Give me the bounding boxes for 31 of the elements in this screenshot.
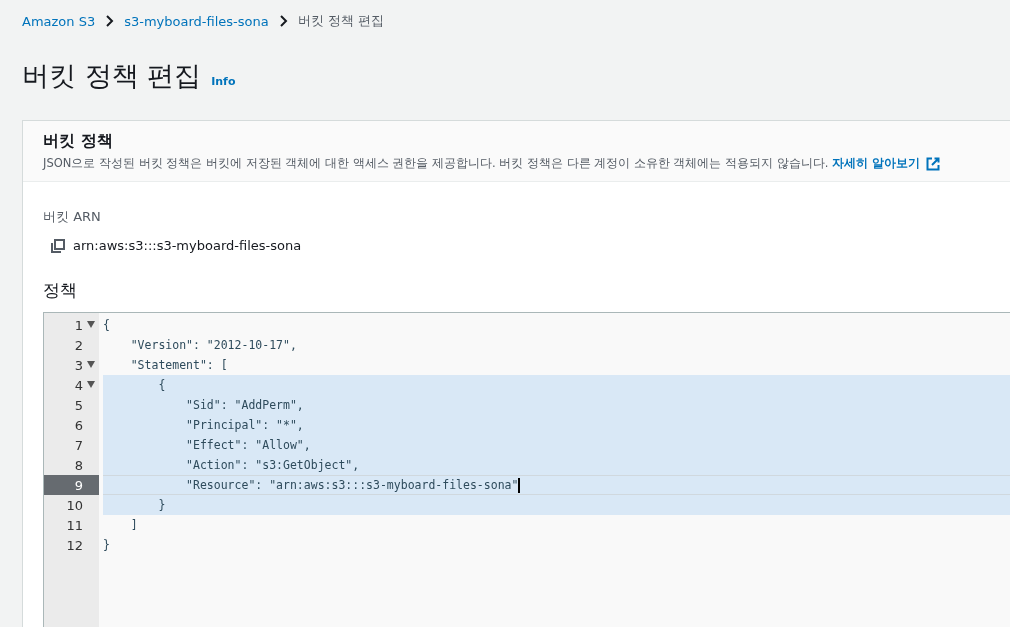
card-description: JSON으로 작성된 버킷 정책은 버킷에 저장된 객체에 대한 액세스 권한을 제공합니다. 버킷 정책은 다른 계정이 소유한 객체에는 적용되지 않습니다.: [43, 156, 829, 171]
line-number: 10: [65, 496, 84, 515]
fold-caret-icon[interactable]: [87, 321, 95, 328]
line-number: 4: [44, 375, 99, 395]
learn-more-link[interactable]: 자세히 알아보기: [832, 156, 941, 171]
card-title: 버킷 정책: [43, 131, 114, 152]
page-title: 버킷 정책 편집: [22, 59, 202, 93]
arn-label: 버킷 ARN: [43, 208, 102, 226]
line-number: 9: [44, 475, 99, 495]
info-link[interactable]: Info: [211, 75, 236, 88]
breadcrumb-link[interactable]: Amazon S3: [22, 13, 96, 29]
line-number: 6: [73, 416, 84, 435]
line-number: 2: [73, 336, 84, 355]
line-number: 8: [73, 456, 84, 475]
chevron-right-icon: [278, 14, 288, 28]
line-number: 12: [65, 536, 84, 555]
line-number: 3: [44, 355, 99, 375]
line-number: 7: [73, 436, 84, 455]
arn-value: arn:aws:s3:::s3-myboard-files-sona: [73, 238, 302, 253]
fold-caret-icon[interactable]: [87, 381, 95, 388]
line-number: 5: [73, 396, 84, 415]
line-number: 11: [65, 516, 84, 535]
line-number: 1: [44, 315, 99, 335]
chevron-right-icon: [105, 14, 115, 28]
copy-icon[interactable]: [51, 238, 65, 253]
current-page-label: 버킷 정책 편집: [297, 12, 384, 30]
text-cursor: [518, 477, 521, 493]
external-link-icon: [926, 156, 941, 171]
breadcrumb-link[interactable]: s3-myboard-files-sona: [124, 13, 269, 29]
policy-label: 정책: [43, 279, 78, 302]
fold-caret-icon[interactable]: [87, 361, 95, 368]
